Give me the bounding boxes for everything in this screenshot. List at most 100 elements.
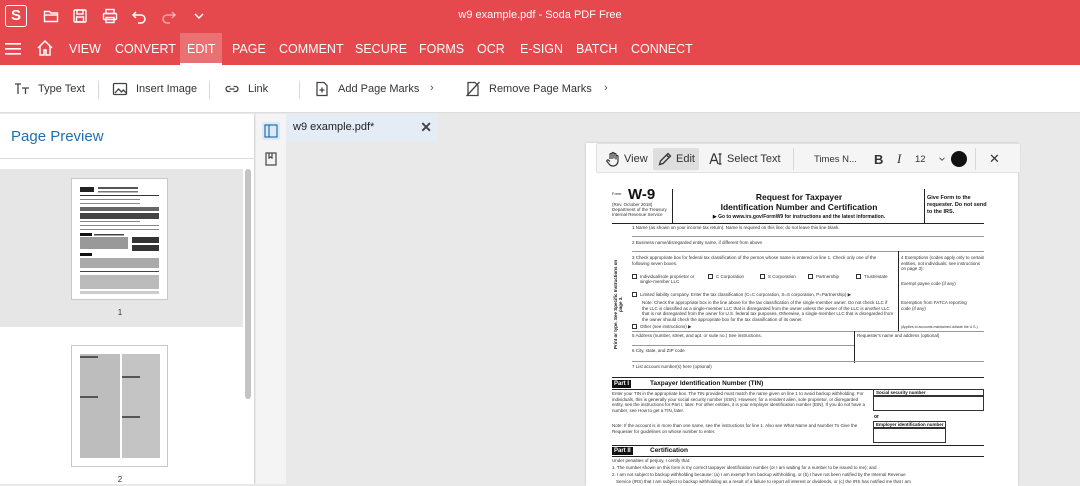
bookmark-icon[interactable]	[262, 150, 280, 168]
remove-page-marks-button[interactable]: Remove Page Marks	[465, 78, 592, 100]
font-family-select[interactable]: Times N...	[810, 148, 861, 170]
hand-icon	[606, 151, 619, 167]
ein-label: Employer identification number	[876, 422, 944, 427]
menu-convert[interactable]: CONVERT	[108, 33, 183, 65]
panel-divider	[0, 158, 255, 159]
tin-instructions: Enter your TIN in the appropriate box. T…	[612, 391, 866, 413]
font-size-select[interactable]: 12	[911, 148, 930, 170]
header-divider	[924, 189, 925, 223]
menu-view[interactable]: VIEW	[62, 33, 108, 65]
rule	[632, 361, 984, 362]
menu-edit[interactable]: EDIT	[180, 33, 223, 65]
checkbox-scorp[interactable]	[760, 274, 765, 279]
italic-button[interactable]: I	[893, 148, 905, 170]
scorp-label: S Corporation	[768, 274, 796, 279]
form-label: Form	[612, 191, 622, 196]
add-page-icon	[316, 81, 328, 97]
select-text-icon	[709, 153, 722, 165]
partnership-label: Partnership	[816, 274, 840, 279]
menu-batch[interactable]: BATCH	[569, 33, 624, 65]
form-title-line2: Identification Number and Certification	[720, 202, 878, 212]
cert-item-1: 1. The number shown on this form is my c…	[612, 465, 877, 470]
page-thumbnail-2[interactable]	[71, 345, 168, 467]
or-label: or	[874, 414, 879, 420]
panel-scrollbar[interactable]	[245, 169, 251, 399]
chevron-right-icon[interactable]: ›	[604, 82, 608, 94]
toolbar-divider	[793, 148, 794, 170]
page-thumbnail-1[interactable]	[71, 178, 168, 300]
menu-comment[interactable]: COMMENT	[272, 33, 351, 65]
form-goto: ▶ Go to www.irs.gov/FormW9 for instructi…	[712, 214, 886, 220]
select-text-button[interactable]: Select Text	[704, 148, 785, 170]
view-label: View	[624, 153, 648, 165]
home-icon[interactable]	[36, 39, 54, 57]
other-label: Other (see instructions) ▶	[640, 324, 692, 329]
exempt-payee-label: Exempt payee code (if any)	[901, 281, 956, 286]
menu-secure[interactable]: SECURE	[348, 33, 414, 65]
type-text-icon	[15, 83, 29, 94]
hamburger-menu-icon[interactable]	[5, 42, 21, 56]
toolbar-divider	[975, 148, 976, 170]
type-text-button[interactable]: Type Text	[14, 78, 85, 100]
page-number-1: 1	[117, 308, 123, 317]
tin-note: Note: If the account is in more than one…	[612, 423, 858, 434]
side-toolbar	[256, 114, 286, 484]
give-form-note: Give Form to the requester. Do not send …	[927, 195, 987, 215]
page-preview-toggle-icon[interactable]	[262, 122, 280, 140]
ribbon-divider	[209, 81, 210, 99]
menu-ocr[interactable]: OCR	[470, 33, 512, 65]
line5-label: 5 Address (number, street, and apt. or s…	[632, 333, 762, 338]
ribbon-divider	[98, 81, 99, 99]
menu-forms[interactable]: FORMS	[412, 33, 471, 65]
requester-label: Requester's name and address (optional)	[857, 333, 940, 338]
form-irs: Internal Revenue Service	[612, 212, 663, 217]
chevron-right-icon[interactable]: ›	[430, 82, 434, 94]
page-number-2: 2	[117, 475, 123, 484]
close-toolbar-icon[interactable]: ✕	[985, 148, 1004, 170]
document-viewer[interactable]: Form W-9 (Rev. October 2018) Department …	[286, 141, 1080, 486]
bold-button[interactable]: B	[870, 148, 887, 170]
menu-connect[interactable]: CONNECT	[624, 33, 700, 65]
close-tab-icon[interactable]: ✕	[420, 114, 432, 141]
pdf-page[interactable]: Form W-9 (Rev. October 2018) Department …	[586, 143, 1018, 486]
document-tab-label: w9 example.pdf*	[293, 121, 375, 133]
rule	[632, 251, 984, 252]
requester-divider	[854, 331, 855, 363]
checkbox-ccorp[interactable]	[708, 274, 713, 279]
checkbox-sole[interactable]	[632, 274, 637, 279]
link-button[interactable]: Link	[224, 78, 268, 100]
checkbox-other[interactable]	[632, 324, 637, 329]
view-mode-button[interactable]: View	[601, 148, 652, 170]
rule	[612, 456, 984, 457]
edit-mode-button[interactable]: Edit	[653, 148, 699, 170]
line7-label: 7 List account number(s) here (optional)	[632, 364, 712, 369]
insert-image-button[interactable]: Insert Image	[112, 78, 197, 100]
menu-page[interactable]: PAGE	[225, 33, 273, 65]
ssn-field[interactable]	[873, 396, 984, 411]
ein-field[interactable]	[873, 428, 946, 443]
link-icon	[225, 85, 239, 93]
pencil-icon	[658, 152, 672, 166]
document-tab[interactable]: w9 example.pdf* ✕	[286, 114, 438, 141]
remove-page-marks-label: Remove Page Marks	[489, 83, 592, 95]
part2-label: Part II	[612, 447, 633, 455]
page-preview-title: Page Preview	[11, 128, 104, 145]
text-color-swatch[interactable]	[947, 148, 971, 170]
cert-item-2: 2. I am not subject to backup withholdin…	[612, 472, 906, 477]
sole-label: Individual/sole proprietor or single-mem…	[640, 274, 695, 284]
rule	[632, 331, 984, 332]
rule	[632, 345, 854, 346]
applies-label: (Applies to accounts maintained outside …	[901, 325, 978, 329]
window-title: w9 example.pdf - Soda PDF Free	[458, 9, 622, 21]
checkbox-trust[interactable]	[856, 274, 861, 279]
llc-label: Limited liability company. Enter the tax…	[640, 292, 852, 297]
checkbox-partnership[interactable]	[808, 274, 813, 279]
ssn-label: Social security number	[876, 390, 926, 395]
add-page-marks-button[interactable]: Add Page Marks	[314, 78, 419, 100]
edit-ribbon: Type Text Insert Image Link Add Page Mar…	[0, 65, 1080, 113]
menu-esign[interactable]: E-SIGN	[513, 33, 570, 65]
rule	[632, 236, 984, 237]
rule	[612, 223, 984, 224]
form-title-line1: Request for Taxpayer	[755, 192, 843, 202]
checkbox-llc[interactable]	[632, 292, 637, 297]
